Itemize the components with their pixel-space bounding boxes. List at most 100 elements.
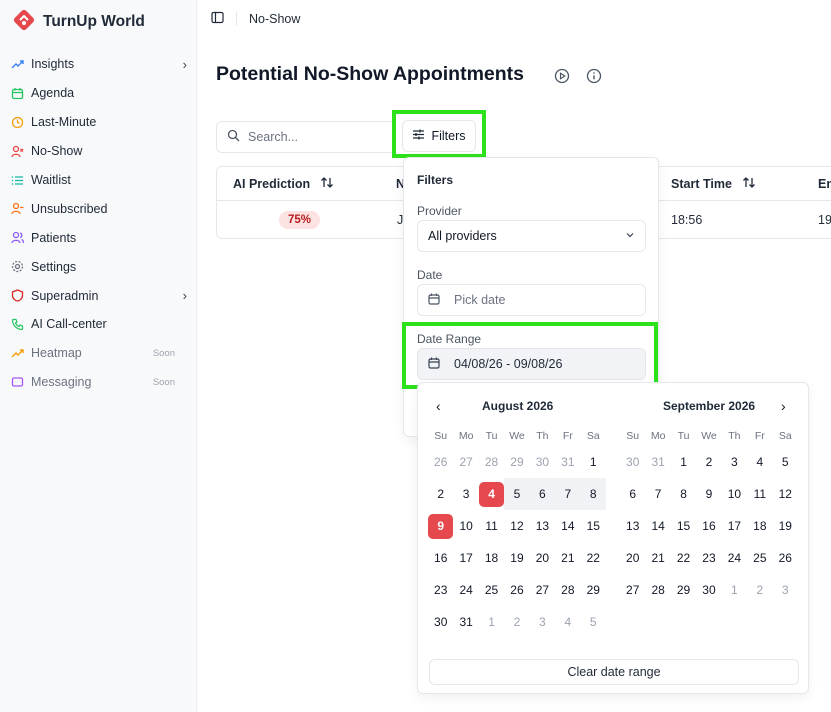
calendar-day[interactable]: 1 bbox=[671, 446, 696, 478]
calendar-day[interactable]: 23 bbox=[428, 574, 453, 606]
calendar-day[interactable]: 3 bbox=[722, 446, 747, 478]
calendar-day[interactable]: 28 bbox=[555, 574, 580, 606]
calendar-day[interactable]: 1 bbox=[581, 446, 606, 478]
column-header-ai-prediction[interactable]: AI Prediction bbox=[233, 167, 334, 201]
calendar-day[interactable]: 5 bbox=[504, 478, 530, 510]
calendar-day[interactable]: 25 bbox=[747, 542, 772, 574]
calendar-day[interactable]: 28 bbox=[645, 574, 670, 606]
calendar-day[interactable]: 11 bbox=[747, 478, 772, 510]
brand[interactable]: TurnUp World bbox=[11, 7, 145, 36]
chevron-left-icon[interactable]: ‹ bbox=[436, 398, 441, 414]
calendar-day[interactable]: 2 bbox=[747, 574, 772, 606]
calendar-day[interactable]: 2 bbox=[696, 446, 721, 478]
calendar-day[interactable]: 4 bbox=[479, 478, 505, 510]
calendar-day[interactable]: 21 bbox=[555, 542, 580, 574]
sort-icon[interactable] bbox=[742, 176, 756, 192]
calendar-day[interactable]: 30 bbox=[620, 446, 645, 478]
clear-date-range-button[interactable]: Clear date range bbox=[429, 659, 799, 685]
sidebar-toggle-icon[interactable] bbox=[211, 11, 224, 27]
calendar-day[interactable]: 2 bbox=[428, 478, 453, 510]
column-header-start-time[interactable]: Start Time bbox=[671, 167, 756, 201]
calendar-day[interactable]: 6 bbox=[529, 478, 556, 510]
calendar-day[interactable]: 20 bbox=[620, 542, 645, 574]
calendar-day[interactable]: 15 bbox=[671, 510, 696, 542]
calendar-day[interactable]: 26 bbox=[428, 446, 453, 478]
calendar-day[interactable]: 22 bbox=[671, 542, 696, 574]
calendar-day[interactable]: 8 bbox=[580, 478, 606, 510]
calendar-day[interactable]: 6 bbox=[620, 478, 645, 510]
calendar-day[interactable]: 25 bbox=[479, 574, 504, 606]
calendar-day[interactable]: 7 bbox=[645, 478, 670, 510]
calendar-day[interactable]: 19 bbox=[504, 542, 529, 574]
calendar-day[interactable]: 5 bbox=[773, 446, 798, 478]
date-picker-field[interactable]: Pick date bbox=[417, 284, 646, 316]
sidebar-item-insights[interactable]: Insights › bbox=[0, 50, 197, 79]
calendar-day[interactable]: 14 bbox=[645, 510, 670, 542]
calendar-day[interactable]: 12 bbox=[504, 510, 529, 542]
calendar-day[interactable]: 27 bbox=[530, 574, 555, 606]
sidebar-item-settings[interactable]: Settings bbox=[0, 252, 197, 281]
sort-icon[interactable] bbox=[320, 176, 334, 192]
search-input[interactable] bbox=[248, 130, 378, 144]
calendar-day[interactable]: 3 bbox=[530, 606, 555, 638]
sidebar-item-patients[interactable]: Patients bbox=[0, 223, 197, 252]
calendar-day[interactable]: 17 bbox=[453, 542, 478, 574]
calendar-day[interactable]: 31 bbox=[645, 446, 670, 478]
sidebar-item-superadmin[interactable]: Superadmin › bbox=[0, 281, 197, 310]
calendar-day[interactable]: 1 bbox=[479, 606, 504, 638]
calendar-day[interactable]: 17 bbox=[722, 510, 747, 542]
calendar-day[interactable]: 1 bbox=[722, 574, 747, 606]
calendar-day[interactable]: 27 bbox=[453, 446, 478, 478]
sidebar-item-ai-call-center[interactable]: AI Call-center bbox=[0, 310, 197, 339]
info-icon[interactable] bbox=[586, 68, 602, 84]
calendar-day[interactable]: 10 bbox=[453, 510, 478, 542]
sidebar-item-last-minute[interactable]: Last-Minute bbox=[0, 108, 197, 137]
calendar-day[interactable]: 18 bbox=[479, 542, 504, 574]
filters-button[interactable]: Filters bbox=[402, 120, 476, 152]
chevron-right-icon[interactable]: › bbox=[781, 398, 786, 414]
calendar-day[interactable]: 11 bbox=[479, 510, 504, 542]
calendar-day[interactable]: 7 bbox=[555, 478, 581, 510]
calendar-day[interactable]: 23 bbox=[696, 542, 721, 574]
calendar-day[interactable]: 29 bbox=[671, 574, 696, 606]
sidebar-item-agenda[interactable]: Agenda bbox=[0, 79, 197, 108]
sidebar-item-no-show[interactable]: No-Show bbox=[0, 137, 197, 166]
calendar-day[interactable]: 29 bbox=[581, 574, 606, 606]
calendar-day[interactable]: 9 bbox=[428, 510, 454, 542]
calendar-day[interactable]: 3 bbox=[773, 574, 798, 606]
calendar-day[interactable]: 14 bbox=[555, 510, 580, 542]
calendar-day[interactable]: 30 bbox=[530, 446, 555, 478]
provider-select[interactable]: All providers bbox=[417, 220, 646, 252]
calendar-day[interactable]: 5 bbox=[581, 606, 606, 638]
calendar-day[interactable]: 28 bbox=[479, 446, 504, 478]
calendar-day[interactable]: 16 bbox=[696, 510, 721, 542]
calendar-day[interactable]: 13 bbox=[620, 510, 645, 542]
calendar-day[interactable]: 29 bbox=[504, 446, 529, 478]
calendar-day[interactable]: 24 bbox=[722, 542, 747, 574]
calendar-day[interactable]: 26 bbox=[504, 574, 529, 606]
calendar-day[interactable]: 3 bbox=[453, 478, 478, 510]
calendar-day[interactable]: 13 bbox=[530, 510, 555, 542]
sidebar-item-messaging[interactable]: Messaging Soon bbox=[0, 368, 197, 397]
calendar-day[interactable]: 10 bbox=[722, 478, 747, 510]
calendar-day[interactable]: 30 bbox=[696, 574, 721, 606]
calendar-day[interactable]: 30 bbox=[428, 606, 453, 638]
calendar-day[interactable]: 26 bbox=[773, 542, 798, 574]
calendar-day[interactable]: 16 bbox=[428, 542, 453, 574]
sidebar-item-waitlist[interactable]: Waitlist bbox=[0, 166, 197, 195]
play-circle-icon[interactable] bbox=[554, 68, 570, 84]
calendar-day[interactable]: 19 bbox=[773, 510, 798, 542]
calendar-day[interactable]: 24 bbox=[453, 574, 478, 606]
calendar-day[interactable]: 27 bbox=[620, 574, 645, 606]
sidebar-item-heatmap[interactable]: Heatmap Soon bbox=[0, 339, 197, 368]
calendar-day[interactable]: 31 bbox=[453, 606, 478, 638]
calendar-day[interactable]: 9 bbox=[696, 478, 721, 510]
calendar-day[interactable]: 21 bbox=[645, 542, 670, 574]
calendar-day[interactable]: 22 bbox=[581, 542, 606, 574]
calendar-day[interactable]: 12 bbox=[773, 478, 798, 510]
calendar-day[interactable]: 2 bbox=[504, 606, 529, 638]
calendar-day[interactable]: 31 bbox=[555, 446, 580, 478]
calendar-day[interactable]: 4 bbox=[555, 606, 580, 638]
column-header-end-time[interactable]: En bbox=[818, 167, 831, 201]
sidebar-item-unsubscribed[interactable]: Unsubscribed bbox=[0, 194, 197, 223]
